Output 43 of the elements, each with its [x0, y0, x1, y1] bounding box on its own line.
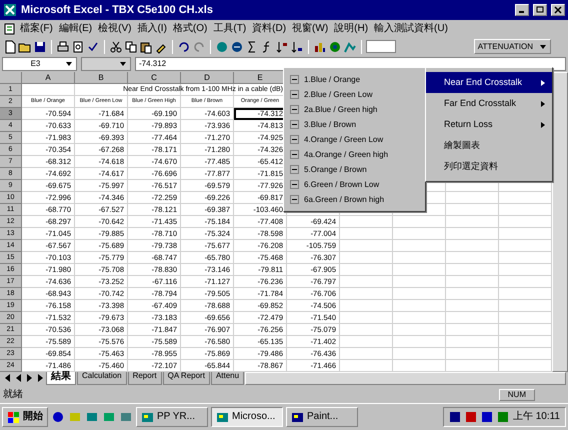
column-header[interactable]: D [181, 72, 234, 84]
status-indicator: NUM [498, 389, 535, 401]
window-title: Microsoft Excel - TBX C5e100 CH.xls [21, 4, 214, 16]
menu-item[interactable]: Far End Crosstalk [426, 93, 552, 114]
sheet-tab[interactable]: 結果 [46, 372, 76, 385]
sheet-tab[interactable]: Attenu [210, 372, 244, 385]
sheet-tab[interactable]: Report [128, 372, 162, 385]
menu-item[interactable]: 檔案(F) [17, 24, 56, 34]
menu-item[interactable]: 2a.Blue / Green high [304, 106, 378, 114]
sheet-tab[interactable]: QA Report [162, 372, 210, 385]
menu-item[interactable]: 編輯(E) [56, 24, 96, 34]
menu-item[interactable]: 說明(H) [331, 24, 372, 34]
taskbar-button[interactable]: PP YR... [136, 407, 208, 427]
menu-item[interactable]: 4.Orange / Green Low [304, 136, 384, 144]
status-text: 就緒 [3, 390, 23, 400]
menu-item[interactable]: 視窗(W) [289, 24, 332, 34]
menu-item[interactable]: 工具(T) [210, 24, 250, 34]
menu-item[interactable]: 4a.Orange / Green high [304, 150, 388, 158]
menu-item[interactable]: 6.Green / Brown Low [304, 180, 380, 188]
menu-item[interactable]: 插入(I) [134, 24, 170, 34]
column-header[interactable]: A [22, 72, 75, 84]
menu-item[interactable]: 輸入測試資料(U) [371, 24, 451, 34]
column-header[interactable]: B [75, 72, 128, 84]
name-box[interactable]: E3 [2, 57, 77, 71]
menu-item[interactable]: 5.Orange / Brown [304, 166, 367, 174]
start-button[interactable]: 開始 [2, 407, 48, 427]
taskbar-button[interactable]: Paint... [286, 407, 358, 427]
clock: 上午 10:11 [512, 412, 560, 422]
menu-item[interactable]: 檢視(V) [95, 24, 134, 34]
menu-item[interactable]: 列印選定資料 [426, 156, 552, 177]
menu-item[interactable]: Near End Crosstalk [426, 72, 552, 93]
menu-item[interactable]: 2.Blue / Green Low [304, 90, 372, 98]
menu-item[interactable]: 資料(D) [249, 24, 290, 34]
menu-item[interactable]: Return Loss [426, 114, 552, 135]
report-type-dropdown[interactable]: ATTENUATION [474, 39, 551, 54]
menu-item[interactable]: 繪製圖表 [426, 135, 552, 156]
column-header[interactable]: C [128, 72, 181, 84]
taskbar-button[interactable]: Microso... [211, 407, 283, 427]
menu-item[interactable]: 3.Blue / Brown [304, 120, 356, 128]
menu-item[interactable]: 1.Blue / Orange [304, 76, 360, 84]
menu-item[interactable]: 6a.Green / Brown high [304, 196, 384, 204]
menu-item[interactable]: 格式(O) [170, 24, 210, 34]
sheet-tab[interactable]: Calculation [77, 372, 127, 385]
